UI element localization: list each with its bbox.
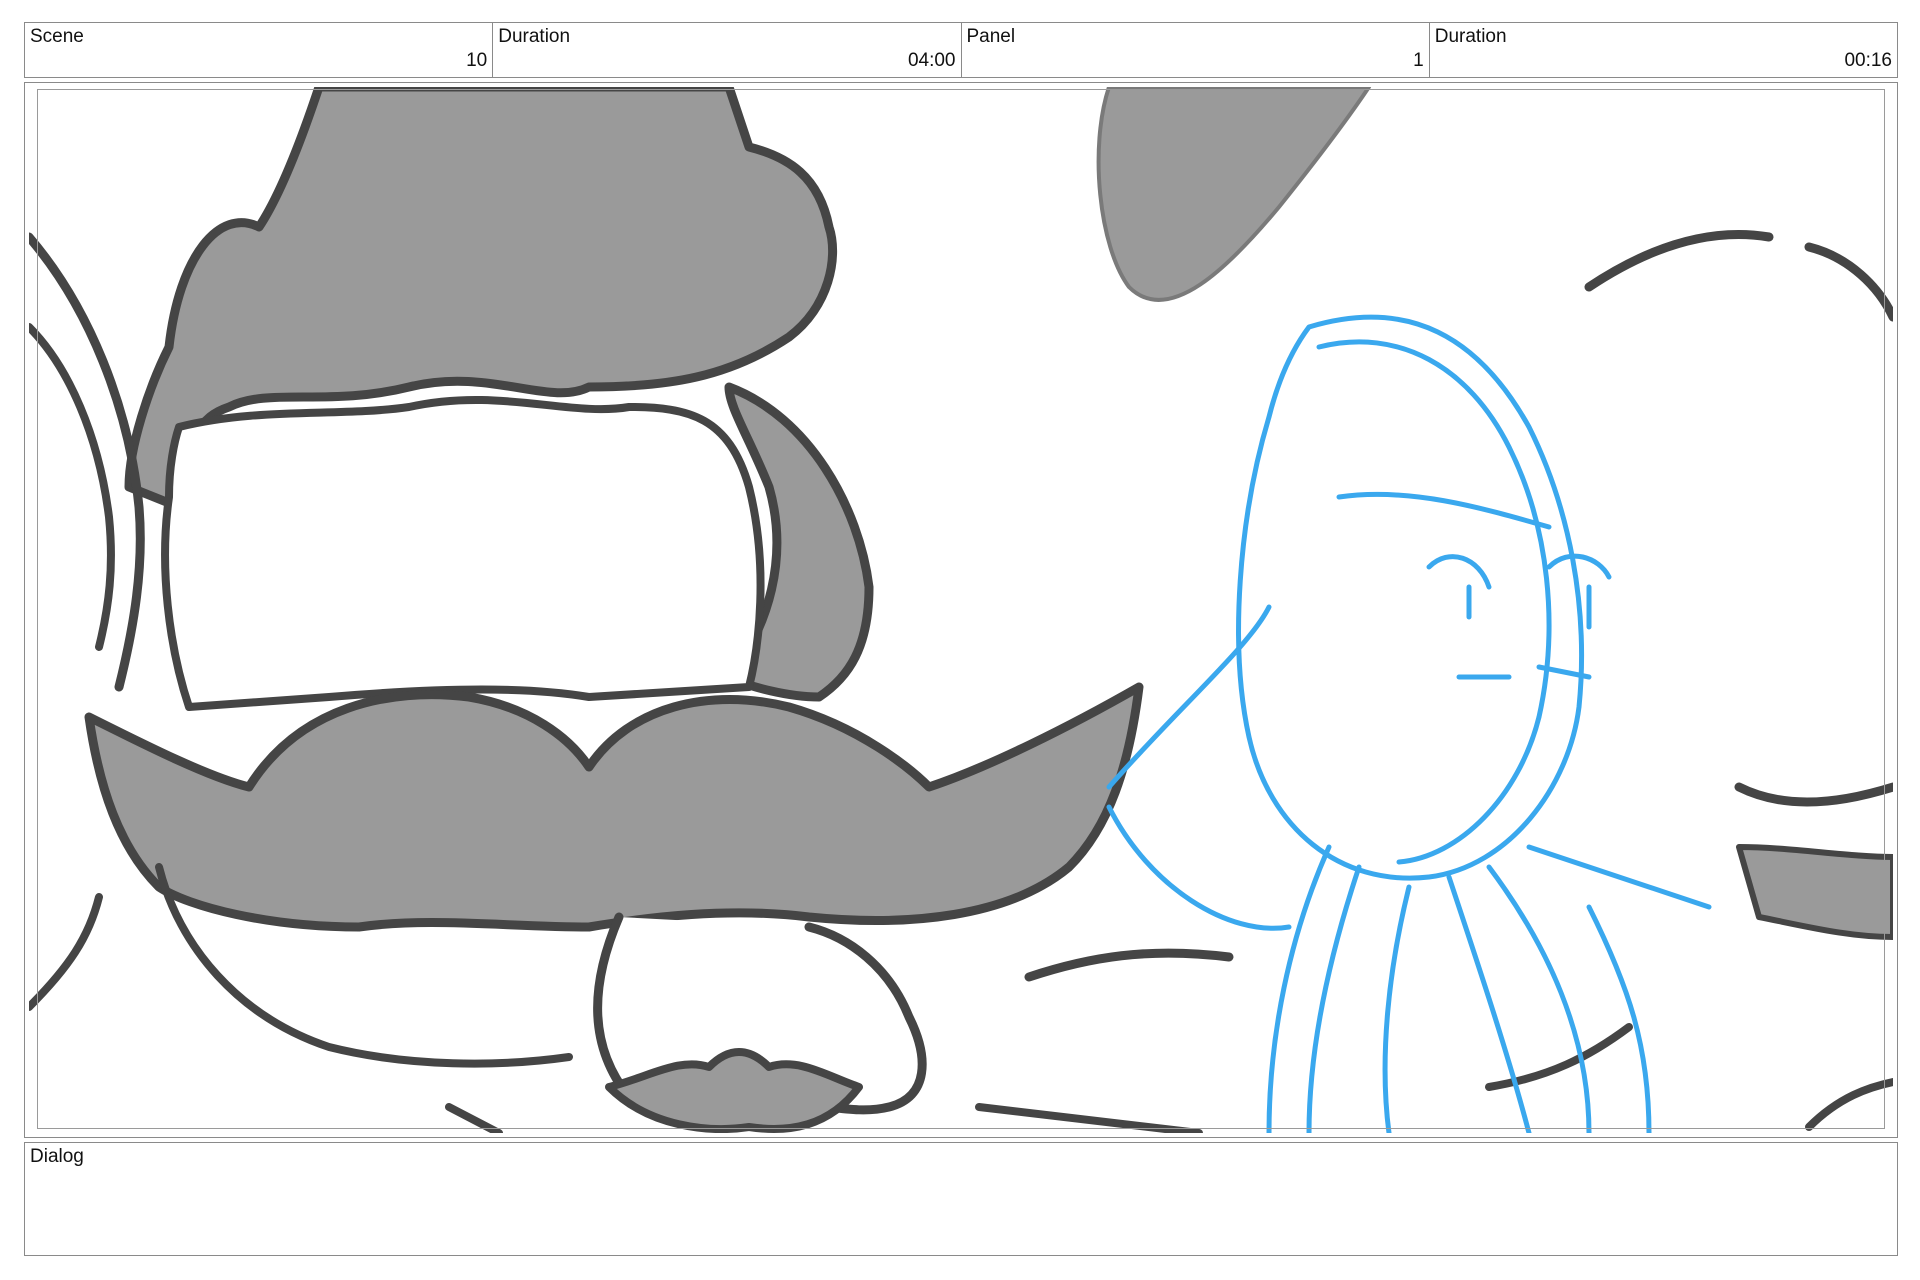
dialog-label: Dialog: [30, 1146, 84, 1167]
panel-duration-value: 00:16: [1844, 50, 1892, 71]
scene-label: Scene: [30, 26, 84, 47]
panel-number: 1: [1413, 50, 1424, 71]
panel-cell: Panel 1: [962, 23, 1430, 77]
panel-duration-cell: Duration 00:16: [1430, 23, 1897, 77]
scene-duration-value: 04:00: [907, 50, 956, 71]
panel-frame: [24, 82, 1898, 1138]
dialog-box: Dialog: [24, 1142, 1898, 1256]
scene-number: 10: [466, 50, 488, 71]
storyboard-header: Scene 10 Duration 04:00 Panel 1 Duration…: [24, 22, 1898, 78]
scene-cell: Scene 10: [25, 23, 494, 77]
panel-duration-label: Duration: [1434, 26, 1507, 47]
scene-duration-label: Duration: [498, 26, 571, 47]
panel-label: Panel: [966, 26, 1016, 47]
safe-area-guide: [37, 89, 1885, 1129]
scene-duration-cell: Duration 04:00: [493, 23, 962, 77]
